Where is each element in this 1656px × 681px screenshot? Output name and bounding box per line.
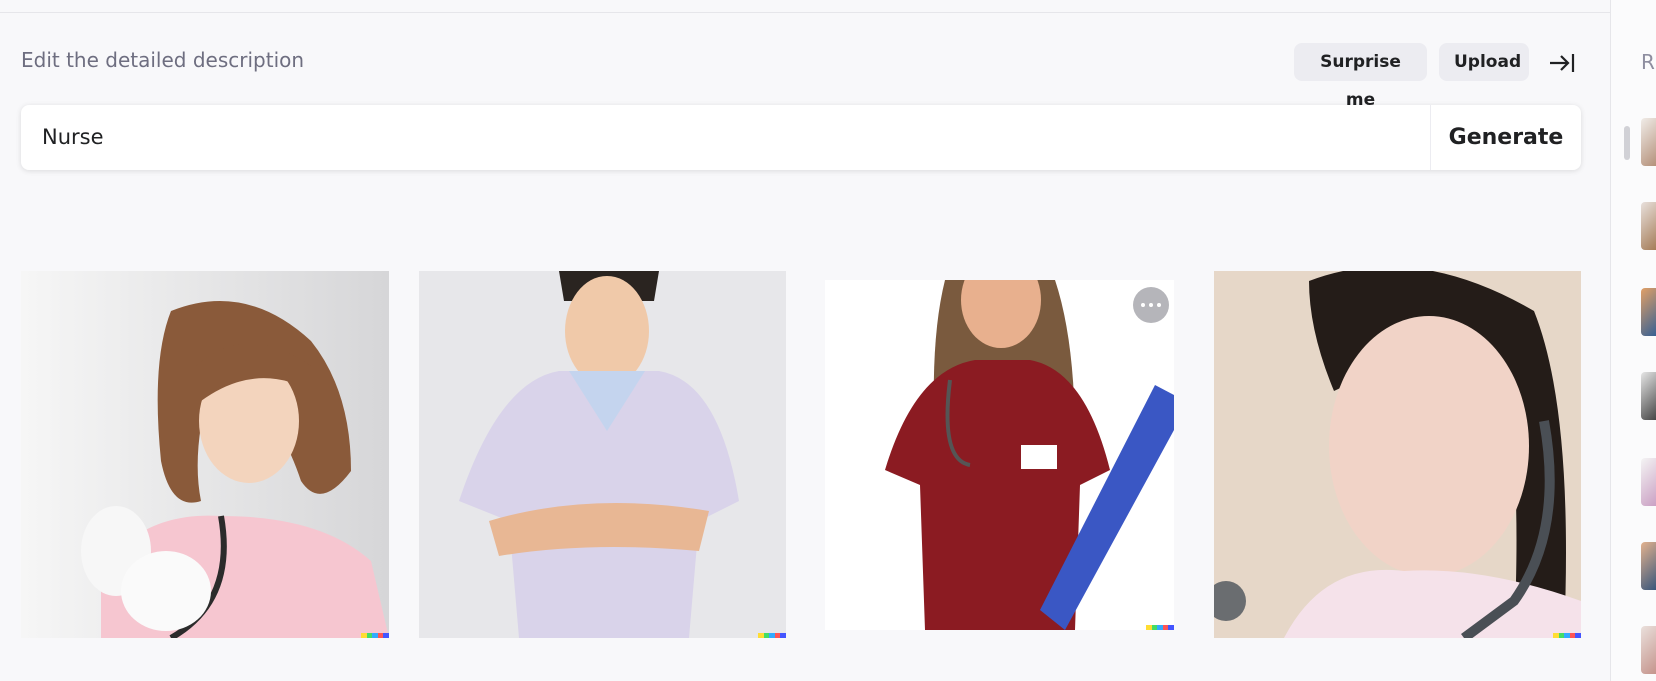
image-signature [1553, 633, 1581, 638]
history-thumbnail[interactable] [1641, 458, 1656, 506]
upload-button[interactable]: Upload [1439, 43, 1529, 81]
sidebar-scrollbar[interactable] [1624, 126, 1630, 160]
history-thumbnail[interactable] [1641, 118, 1656, 166]
history-thumbnail[interactable] [1641, 288, 1656, 336]
surprise-me-button[interactable]: Surprise me [1294, 43, 1427, 110]
arrow-right-to-line-icon [1550, 54, 1575, 72]
generated-image-4[interactable] [1214, 271, 1581, 638]
history-thumbnail[interactable] [1641, 542, 1656, 590]
history-sidebar: R [1610, 0, 1656, 681]
sidebar-header: R [1641, 50, 1655, 74]
prompt-label: Edit the detailed description [21, 48, 305, 72]
generate-button[interactable]: Generate [1431, 105, 1581, 170]
generated-image-2[interactable] [419, 271, 786, 638]
history-thumbnail[interactable] [1641, 626, 1656, 674]
history-thumbnail[interactable] [1641, 372, 1656, 420]
image-signature [758, 633, 786, 638]
history-thumbnail[interactable] [1641, 202, 1656, 250]
generated-image-3[interactable] [825, 280, 1174, 630]
image-signature [1146, 625, 1174, 630]
prompt-input-card: Nurse Generate [21, 105, 1581, 170]
main-panel: Edit the detailed description Surprise m… [0, 0, 1610, 681]
image-options-button[interactable] [1133, 287, 1169, 323]
prompt-input[interactable]: Nurse [42, 105, 104, 170]
collapse-sidebar-button[interactable] [1547, 48, 1577, 78]
generated-image-1[interactable] [21, 271, 389, 638]
image-signature [361, 633, 389, 638]
